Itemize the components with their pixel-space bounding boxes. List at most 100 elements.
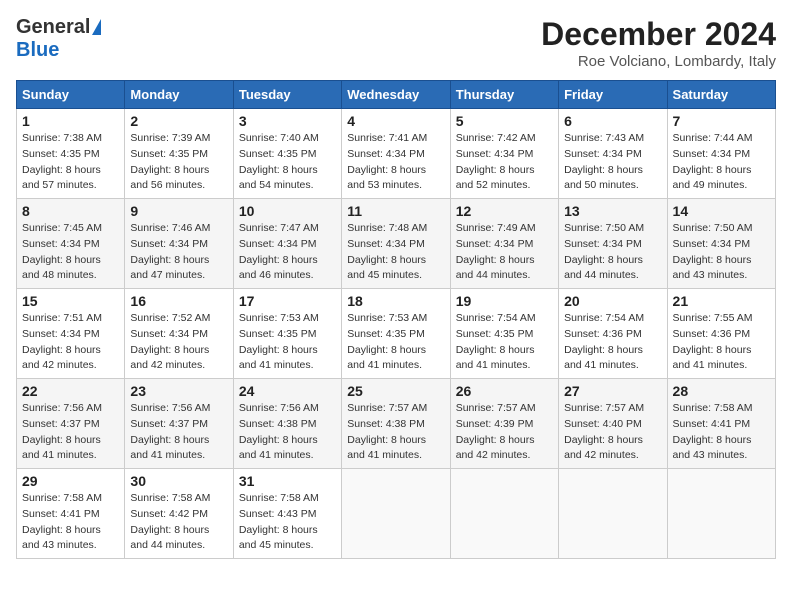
sunrise-label: Sunrise: 7:50 AM [564,222,644,234]
daylight-label: Daylight: 8 hours and 44 minutes. [456,254,535,282]
sunset-label: Sunset: 4:34 PM [456,238,534,250]
sunrise-label: Sunrise: 7:44 AM [673,132,753,144]
day-info: Sunrise: 7:50 AM Sunset: 4:34 PM Dayligh… [564,221,661,284]
day-info: Sunrise: 7:51 AM Sunset: 4:34 PM Dayligh… [22,311,119,374]
daylight-label: Daylight: 8 hours and 41 minutes. [239,344,318,372]
calendar-cell [667,469,775,559]
daylight-label: Daylight: 8 hours and 52 minutes. [456,164,535,192]
day-info: Sunrise: 7:52 AM Sunset: 4:34 PM Dayligh… [130,311,227,374]
sunset-label: Sunset: 4:36 PM [564,328,642,340]
daylight-label: Daylight: 8 hours and 49 minutes. [673,164,752,192]
day-info: Sunrise: 7:39 AM Sunset: 4:35 PM Dayligh… [130,131,227,194]
day-number: 1 [22,113,119,129]
day-info: Sunrise: 7:45 AM Sunset: 4:34 PM Dayligh… [22,221,119,284]
sunrise-label: Sunrise: 7:51 AM [22,312,102,324]
sunset-label: Sunset: 4:35 PM [22,148,100,160]
day-number: 16 [130,293,227,309]
sunset-label: Sunset: 4:34 PM [347,148,425,160]
sunrise-label: Sunrise: 7:48 AM [347,222,427,234]
day-number: 30 [130,473,227,489]
day-number: 9 [130,203,227,219]
day-info: Sunrise: 7:58 AM Sunset: 4:41 PM Dayligh… [673,401,770,464]
calendar-header-row: Sunday Monday Tuesday Wednesday Thursday… [17,81,776,109]
header-tuesday: Tuesday [233,81,341,109]
sunrise-label: Sunrise: 7:56 AM [130,402,210,414]
sunrise-label: Sunrise: 7:45 AM [22,222,102,234]
sunrise-label: Sunrise: 7:40 AM [239,132,319,144]
calendar-cell: 19 Sunrise: 7:54 AM Sunset: 4:35 PM Dayl… [450,289,558,379]
daylight-label: Daylight: 8 hours and 43 minutes. [22,524,101,552]
day-info: Sunrise: 7:40 AM Sunset: 4:35 PM Dayligh… [239,131,336,194]
sunset-label: Sunset: 4:34 PM [673,148,751,160]
sunset-label: Sunset: 4:34 PM [239,238,317,250]
sunset-label: Sunset: 4:38 PM [347,418,425,430]
sunrise-label: Sunrise: 7:42 AM [456,132,536,144]
daylight-label: Daylight: 8 hours and 42 minutes. [456,434,535,462]
daylight-label: Daylight: 8 hours and 46 minutes. [239,254,318,282]
header-monday: Monday [125,81,233,109]
day-number: 25 [347,383,444,399]
sunset-label: Sunset: 4:37 PM [22,418,100,430]
sunset-label: Sunset: 4:41 PM [673,418,751,430]
sunrise-label: Sunrise: 7:46 AM [130,222,210,234]
calendar-cell: 23 Sunrise: 7:56 AM Sunset: 4:37 PM Dayl… [125,379,233,469]
calendar-cell: 2 Sunrise: 7:39 AM Sunset: 4:35 PM Dayli… [125,109,233,199]
day-info: Sunrise: 7:57 AM Sunset: 4:38 PM Dayligh… [347,401,444,464]
day-number: 17 [239,293,336,309]
daylight-label: Daylight: 8 hours and 41 minutes. [347,434,426,462]
day-number: 4 [347,113,444,129]
sunset-label: Sunset: 4:40 PM [564,418,642,430]
day-info: Sunrise: 7:53 AM Sunset: 4:35 PM Dayligh… [347,311,444,374]
day-number: 22 [22,383,119,399]
day-number: 6 [564,113,661,129]
calendar-week-row: 22 Sunrise: 7:56 AM Sunset: 4:37 PM Dayl… [17,379,776,469]
sunrise-label: Sunrise: 7:38 AM [22,132,102,144]
sunrise-label: Sunrise: 7:58 AM [22,492,102,504]
day-info: Sunrise: 7:56 AM Sunset: 4:37 PM Dayligh… [130,401,227,464]
header-friday: Friday [559,81,667,109]
sunrise-label: Sunrise: 7:55 AM [673,312,753,324]
header-saturday: Saturday [667,81,775,109]
day-info: Sunrise: 7:53 AM Sunset: 4:35 PM Dayligh… [239,311,336,374]
sunrise-label: Sunrise: 7:54 AM [456,312,536,324]
calendar-cell: 29 Sunrise: 7:58 AM Sunset: 4:41 PM Dayl… [17,469,125,559]
calendar-cell: 4 Sunrise: 7:41 AM Sunset: 4:34 PM Dayli… [342,109,450,199]
page-header: General Blue December 2024 Roe Volciano,… [16,16,776,70]
calendar-week-row: 15 Sunrise: 7:51 AM Sunset: 4:34 PM Dayl… [17,289,776,379]
logo-triangle-icon [92,19,101,35]
day-number: 14 [673,203,770,219]
sunset-label: Sunset: 4:34 PM [564,238,642,250]
sunrise-label: Sunrise: 7:49 AM [456,222,536,234]
sunset-label: Sunset: 4:35 PM [347,328,425,340]
day-info: Sunrise: 7:41 AM Sunset: 4:34 PM Dayligh… [347,131,444,194]
calendar-cell [559,469,667,559]
day-info: Sunrise: 7:50 AM Sunset: 4:34 PM Dayligh… [673,221,770,284]
daylight-label: Daylight: 8 hours and 44 minutes. [564,254,643,282]
calendar-cell [450,469,558,559]
title-block: December 2024 Roe Volciano, Lombardy, It… [541,16,776,70]
day-info: Sunrise: 7:57 AM Sunset: 4:40 PM Dayligh… [564,401,661,464]
daylight-label: Daylight: 8 hours and 43 minutes. [673,434,752,462]
header-wednesday: Wednesday [342,81,450,109]
sunrise-label: Sunrise: 7:43 AM [564,132,644,144]
day-number: 18 [347,293,444,309]
sunrise-label: Sunrise: 7:56 AM [22,402,102,414]
logo-general: General [16,16,90,39]
day-info: Sunrise: 7:54 AM Sunset: 4:36 PM Dayligh… [564,311,661,374]
day-info: Sunrise: 7:47 AM Sunset: 4:34 PM Dayligh… [239,221,336,284]
calendar-table: Sunday Monday Tuesday Wednesday Thursday… [16,80,776,559]
daylight-label: Daylight: 8 hours and 53 minutes. [347,164,426,192]
day-info: Sunrise: 7:48 AM Sunset: 4:34 PM Dayligh… [347,221,444,284]
day-number: 26 [456,383,553,399]
day-number: 11 [347,203,444,219]
day-info: Sunrise: 7:44 AM Sunset: 4:34 PM Dayligh… [673,131,770,194]
daylight-label: Daylight: 8 hours and 47 minutes. [130,254,209,282]
calendar-cell: 20 Sunrise: 7:54 AM Sunset: 4:36 PM Dayl… [559,289,667,379]
calendar-cell: 25 Sunrise: 7:57 AM Sunset: 4:38 PM Dayl… [342,379,450,469]
calendar-cell: 21 Sunrise: 7:55 AM Sunset: 4:36 PM Dayl… [667,289,775,379]
daylight-label: Daylight: 8 hours and 54 minutes. [239,164,318,192]
calendar-cell: 1 Sunrise: 7:38 AM Sunset: 4:35 PM Dayli… [17,109,125,199]
daylight-label: Daylight: 8 hours and 42 minutes. [22,344,101,372]
sunrise-label: Sunrise: 7:47 AM [239,222,319,234]
sunrise-label: Sunrise: 7:57 AM [347,402,427,414]
